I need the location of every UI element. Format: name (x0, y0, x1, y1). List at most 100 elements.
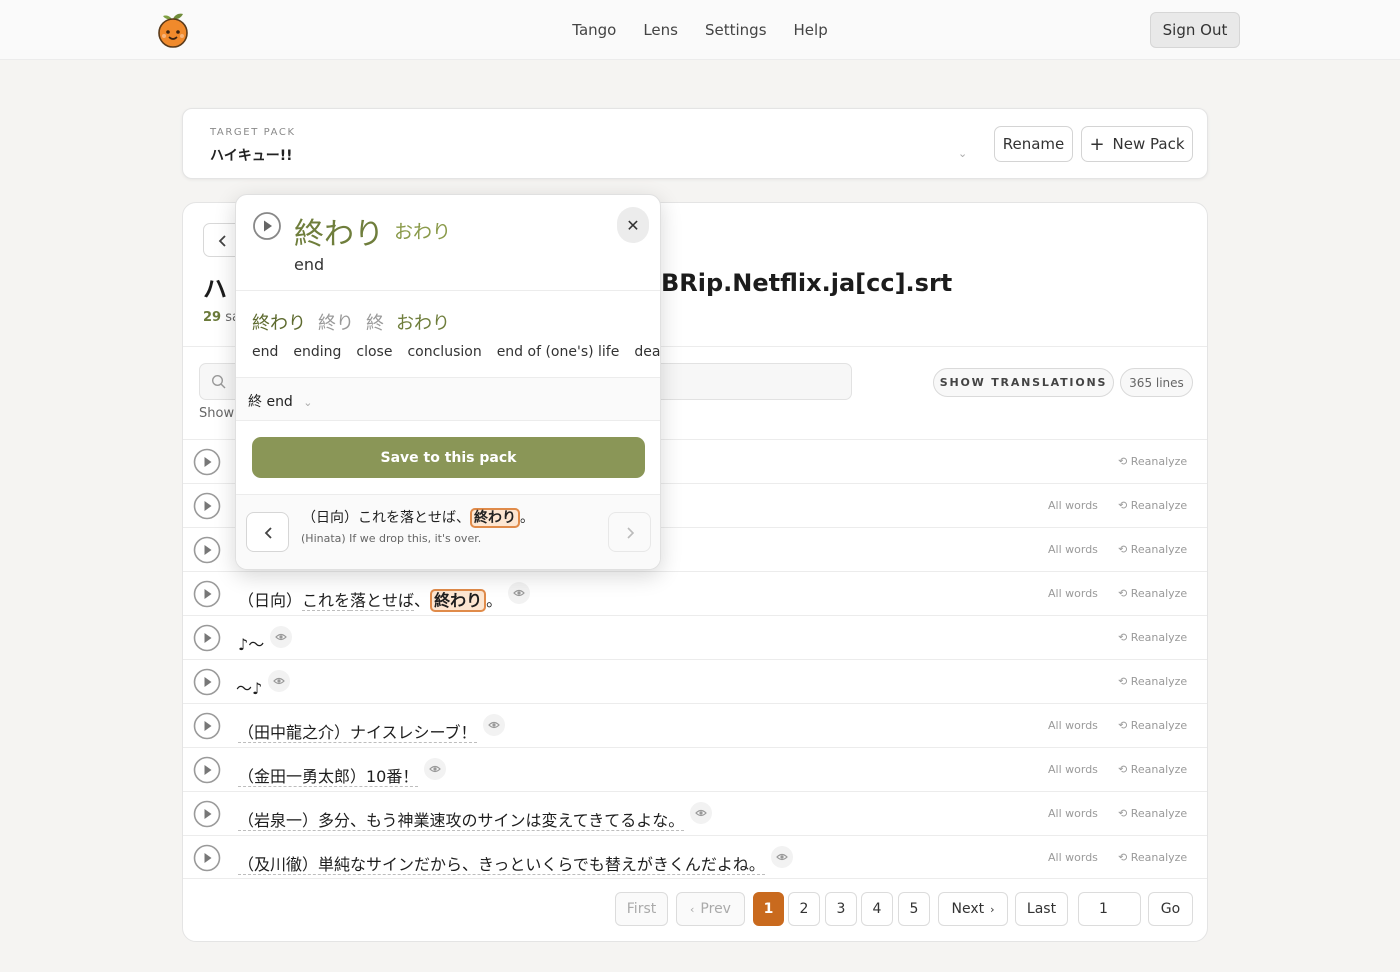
sign-out-button[interactable]: Sign Out (1150, 12, 1240, 48)
go-button[interactable]: Go (1148, 892, 1193, 926)
all-words-link[interactable]: All words (1048, 499, 1098, 512)
play-icon[interactable] (193, 624, 221, 652)
context-jp-text: （日向）これを落とせば、 (302, 510, 470, 526)
word-token[interactable]: 落とせば (350, 591, 415, 611)
save-to-pack-button[interactable]: Save to this pack (252, 437, 645, 478)
refresh-icon: ⟲ (1118, 631, 1128, 644)
refresh-icon: ⟲ (1118, 807, 1128, 820)
context-en: (Hinata) If we drop this, it's over. (301, 532, 482, 545)
subtitle-text-content[interactable]: （及川徹）単純なサインだから、きっといくらでも替えがきくんだよね。 (238, 855, 765, 875)
play-icon[interactable] (193, 712, 221, 740)
file-title-end: BRip.Netflix.ja[cc].srt (661, 269, 953, 297)
nav-settings[interactable]: Settings (705, 19, 767, 41)
chevron-down-icon[interactable]: ⌄ (958, 147, 967, 160)
subtitle-row: ♪～ ⟲ Reanalyze (183, 615, 1207, 659)
reanalyze-button[interactable]: ⟲ Reanalyze (1118, 807, 1187, 820)
first-page-button[interactable]: First (615, 892, 668, 926)
eye-icon[interactable] (268, 670, 291, 692)
all-words-link[interactable]: All words (1048, 719, 1098, 732)
popup-header: 終わり おわり end ✕ (236, 195, 660, 291)
selected-word-token[interactable]: 終わり (430, 589, 487, 612)
prev-page-button[interactable]: ‹ Prev (676, 892, 745, 926)
subtitle-row: （日向）これを落とせば、 終わり。 All words ⟲ Reanalyze (183, 571, 1207, 615)
page-number-input[interactable]: 1 (1078, 892, 1141, 926)
new-pack-label: New Pack (1112, 135, 1185, 153)
context-sentence: （日向）これを落とせば、 終わり。 (Hinata) If we drop thi… (236, 494, 660, 569)
page-button-4[interactable]: 4 (861, 892, 893, 926)
page-button-1[interactable]: 1 (753, 892, 784, 926)
all-words-link[interactable]: All words (1048, 851, 1098, 864)
reanalyze-button[interactable]: ⟲ Reanalyze (1118, 763, 1187, 776)
reanalyze-label: Reanalyze (1130, 719, 1188, 732)
form-item[interactable]: おわり (396, 313, 450, 334)
all-words-link[interactable]: All words (1048, 543, 1098, 556)
play-icon[interactable] (193, 756, 221, 784)
reanalyze-label: Reanalyze (1130, 675, 1188, 688)
play-audio-icon[interactable] (252, 211, 282, 241)
play-icon[interactable] (193, 800, 221, 828)
prev-context-button[interactable] (246, 512, 289, 552)
reanalyze-button[interactable]: ⟲ Reanalyze (1118, 675, 1187, 688)
reanalyze-button[interactable]: ⟲ Reanalyze (1118, 719, 1187, 732)
word-details-popup: 終わり おわり end ✕ 終わり 終り終おわり end ending close co… (235, 194, 661, 570)
play-icon[interactable] (193, 844, 221, 872)
subtitle-text-content: ～♪ (236, 679, 263, 698)
last-page-button[interactable]: Last (1015, 892, 1068, 926)
reanalyze-label: Reanalyze (1130, 631, 1188, 644)
nav-lens[interactable]: Lens (643, 19, 678, 41)
subtitle-row: （及川徹）単純なサインだから、きっといくらでも替えがきくんだよね。 All wo… (183, 835, 1207, 879)
all-words-link[interactable]: All words (1048, 587, 1098, 600)
subtitle-text-content[interactable]: （岩泉一）多分、もう神業速攻のサインは変えてきてるよな。 (238, 811, 685, 831)
sense-item: death (634, 344, 661, 360)
play-icon[interactable] (193, 448, 221, 476)
eye-icon[interactable] (508, 582, 531, 604)
subtitle-text: （日向）これを落とせば、 終わり。 (238, 582, 531, 612)
show-translations-button[interactable]: SHOW TRANSLATIONS (933, 368, 1114, 397)
chevron-right-icon: › (990, 902, 995, 916)
next-context-button[interactable] (608, 512, 651, 552)
top-bar: Tango Lens Settings Help Sign Out (0, 0, 1400, 60)
form-item[interactable]: 終り (318, 313, 354, 334)
page-button-2[interactable]: 2 (788, 892, 820, 926)
nav-help[interactable]: Help (794, 19, 828, 41)
subtitle-text-content[interactable]: （田中龍之介）ナイスレシーブ！ (238, 723, 477, 743)
eye-icon[interactable] (270, 626, 293, 648)
next-page-button[interactable]: Next › (938, 892, 1008, 926)
rename-button[interactable]: Rename (994, 126, 1073, 162)
reanalyze-button[interactable]: ⟲ Reanalyze (1118, 543, 1187, 556)
refresh-icon: ⟲ (1118, 675, 1128, 688)
form-item[interactable]: 終 (366, 313, 384, 334)
eye-icon[interactable] (690, 802, 713, 824)
reanalyze-label: Reanalyze (1130, 455, 1188, 468)
play-icon[interactable] (193, 536, 221, 564)
close-icon[interactable]: ✕ (617, 207, 649, 243)
eye-icon[interactable] (770, 846, 793, 868)
reanalyze-button[interactable]: ⟲ Reanalyze (1118, 455, 1187, 468)
kanji-breakdown[interactable]: 終 end ⌄ (236, 377, 660, 421)
new-pack-button[interactable]: + New Pack (1081, 126, 1193, 162)
reanalyze-button[interactable]: ⟲ Reanalyze (1118, 851, 1187, 864)
eye-icon[interactable] (424, 758, 447, 780)
nav-tango[interactable]: Tango (572, 19, 616, 41)
play-icon[interactable] (193, 580, 221, 608)
prev-label: Prev (700, 901, 731, 917)
reanalyze-button[interactable]: ⟲ Reanalyze (1118, 499, 1187, 512)
all-words-link[interactable]: All words (1048, 763, 1098, 776)
eye-icon[interactable] (482, 714, 505, 736)
chevron-down-icon: ⌄ (303, 396, 313, 409)
form-item[interactable]: 終わり (252, 313, 306, 334)
sense-item: end (252, 344, 279, 360)
reanalyze-button[interactable]: ⟲ Reanalyze (1118, 631, 1187, 644)
all-words-link[interactable]: All words (1048, 807, 1098, 820)
subtitle-text-content: ♪～ (238, 635, 265, 654)
page-button-3[interactable]: 3 (825, 892, 857, 926)
subtitle-text-content[interactable]: （金田一勇太郎）10番！ (238, 767, 419, 787)
play-icon[interactable] (193, 668, 221, 696)
reanalyze-button[interactable]: ⟲ Reanalyze (1118, 587, 1187, 600)
target-pack-select[interactable]: ハイキュー!! (210, 145, 293, 165)
subtitle-text: （金田一勇太郎）10番！ (238, 758, 447, 787)
play-icon[interactable] (193, 492, 221, 520)
page-button-5[interactable]: 5 (898, 892, 930, 926)
word-token[interactable]: これを (302, 591, 351, 611)
chevron-left-icon: ‹ (690, 902, 695, 916)
